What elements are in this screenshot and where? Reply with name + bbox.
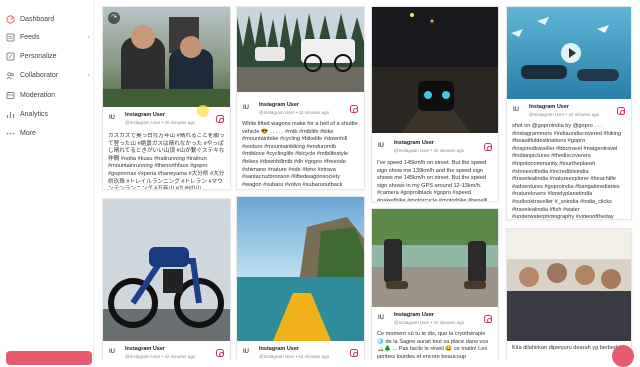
post-timestamp: @Instagram User • 42 minutes ago [259, 110, 330, 115]
post-username[interactable]: Instagram User [259, 346, 299, 352]
post-timestamp: @Instagram User • 40 minutes ago [125, 120, 196, 125]
post-card[interactable]: IU Instagram User @Instagram User • 42 m… [102, 198, 231, 360]
avatar: IU [378, 143, 384, 149]
post-image[interactable]: ↷ [103, 7, 230, 107]
post-meta: IU Instagram User @Instagram User • 40 m… [103, 109, 230, 131]
instagram-icon[interactable] [350, 105, 358, 113]
post-meta: IU Instagram User @Instagram User • 42 m… [372, 309, 498, 331]
sidebar-item-label: Dashboard [20, 15, 55, 23]
post-card[interactable]: IU Instagram User @Instagram User • 42 m… [236, 6, 365, 190]
post-meta: IU Instagram User @Instagram User • 42 m… [103, 343, 230, 360]
sidebar-item-collaborator[interactable]: Collaborator › [0, 66, 94, 84]
instagram-icon[interactable] [216, 349, 224, 357]
post-caption: Ce moment où tu te dis, que la cryothéra… [377, 331, 489, 360]
moderation-icon [5, 90, 15, 100]
post-image[interactable] [507, 7, 631, 99]
more-icon [5, 128, 15, 138]
instagram-icon[interactable] [484, 143, 492, 151]
post-card[interactable]: ↷ IU Instagram User @Instagram User • 40… [102, 6, 231, 190]
post-username[interactable]: Instagram User [394, 140, 434, 146]
post-username[interactable]: Instagram User [394, 312, 434, 318]
post-image[interactable] [237, 197, 364, 341]
share-icon[interactable]: ↷ [108, 12, 120, 24]
post-meta: IU Instagram User @Instagram User • 42 m… [237, 343, 364, 360]
post-username[interactable]: Instagram User [259, 102, 299, 108]
post-card[interactable]: IU Instagram User @Instagram User • 42 m… [236, 196, 365, 360]
post-caption: I've speed 145km/h on street. But the sp… [377, 160, 488, 201]
avatar: IU [513, 107, 519, 113]
sidebar: Dashboard Feeds › Personalize Collaborat… [0, 0, 94, 365]
post-caption: Kita dilahirkan dipenjuru dearah yg berb… [512, 345, 621, 351]
avatar: IU [109, 115, 115, 121]
post-timestamp: @Instagram User • 42 minutes ago [394, 320, 465, 325]
chevron-right-icon: › [87, 71, 90, 79]
post-username[interactable]: Instagram User [125, 112, 165, 118]
post-meta: IU Instagram User @Instagram User • 42 m… [507, 101, 631, 123]
feed-grid: ↷ IU Instagram User @Instagram User • 40… [96, 0, 640, 360]
sidebar-item-dashboard[interactable]: Dashboard [0, 10, 94, 28]
post-card[interactable]: IU Instagram User @Instagram User • 42 m… [506, 6, 632, 220]
dashboard-icon [5, 14, 15, 24]
instagram-icon[interactable] [216, 115, 224, 123]
post-image[interactable] [372, 7, 498, 133]
analytics-icon [5, 109, 15, 119]
avatar: IU [243, 349, 249, 355]
post-caption: White lifted wagons make for a hell of a… [242, 121, 358, 188]
instagram-icon[interactable] [484, 315, 492, 323]
collaborator-icon [5, 70, 15, 80]
sidebar-item-label: Feeds [20, 33, 40, 41]
post-image[interactable] [103, 199, 230, 341]
play-icon[interactable] [561, 43, 581, 63]
avatar: IU [243, 105, 249, 111]
post-timestamp: @Instagram User • 42 minutes ago [259, 354, 330, 359]
sidebar-item-moderation[interactable]: Moderation [0, 86, 94, 104]
post-caption: ガスガスで奥っ白な万年山 #晴れることを願って登った山 #絶景ガスは晴れなかった… [108, 133, 225, 189]
post-image[interactable] [372, 209, 498, 307]
post-username[interactable]: Instagram User [529, 104, 569, 110]
post-username[interactable]: Instagram User [125, 346, 165, 352]
post-meta: IU Instagram User @Instagram User • 42 m… [372, 137, 498, 159]
post-caption: shot on @goproindia by @gopro . . . #ins… [512, 123, 622, 219]
sidebar-action-button[interactable] [6, 351, 92, 365]
post-card[interactable]: Kita dilahirkan dipenjuru dearah yg berb… [506, 228, 632, 360]
mouse-cursor-highlight [197, 105, 209, 117]
sidebar-item-label: Collaborator [20, 71, 59, 79]
floating-action-button[interactable] [612, 345, 634, 367]
sidebar-item-analytics[interactable]: Analytics [0, 105, 94, 123]
avatar: IU [378, 315, 384, 321]
sidebar-item-label: Analytics [20, 110, 49, 118]
sidebar-item-label: Moderation [20, 91, 56, 99]
post-timestamp: @Instagram User • 42 minutes ago [125, 354, 196, 359]
sidebar-item-label: More [20, 129, 36, 137]
post-image[interactable] [237, 7, 364, 92]
post-card[interactable]: IU Instagram User @Instagram User • 42 m… [371, 208, 499, 360]
feeds-icon [5, 32, 15, 42]
post-image[interactable] [507, 229, 631, 341]
personalize-icon [5, 51, 15, 61]
instagram-icon[interactable] [617, 107, 625, 115]
avatar: IU [109, 349, 115, 355]
sidebar-item-label: Personalize [20, 52, 57, 60]
post-timestamp: @Instagram User • 42 minutes ago [529, 112, 600, 117]
instagram-icon[interactable] [350, 349, 358, 357]
chevron-right-icon: › [87, 33, 90, 41]
sidebar-item-more[interactable]: More [0, 124, 94, 142]
sidebar-item-feeds[interactable]: Feeds › [0, 28, 94, 46]
post-timestamp: @Instagram User • 42 minutes ago [394, 148, 465, 153]
post-meta: IU Instagram User @Instagram User • 42 m… [237, 99, 364, 121]
post-card[interactable]: IU Instagram User @Instagram User • 42 m… [371, 6, 499, 202]
sidebar-item-personalize[interactable]: Personalize [0, 47, 94, 65]
